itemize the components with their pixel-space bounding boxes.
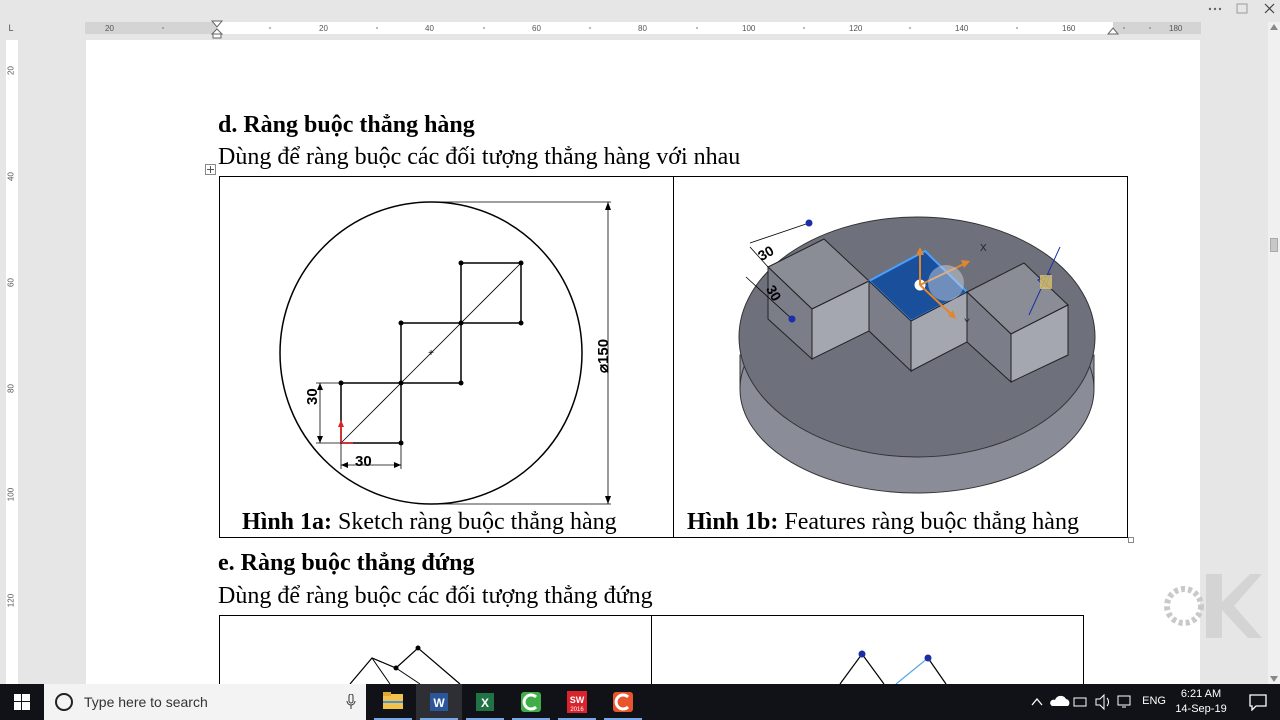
clock-time: 6:21 AM bbox=[1180, 688, 1222, 700]
figure-1b-model bbox=[738, 216, 1096, 494]
camtasia-icon bbox=[521, 692, 541, 712]
scroll-down-icon[interactable] bbox=[1270, 676, 1278, 682]
volume-icon[interactable] bbox=[1095, 693, 1109, 711]
microphone-icon[interactable] bbox=[346, 694, 356, 710]
battery-icon[interactable] bbox=[1073, 697, 1087, 707]
table-resize-handle[interactable] bbox=[1128, 537, 1134, 543]
solidworks-icon: SW 2016 bbox=[567, 691, 587, 713]
vruler-label: 40 bbox=[6, 172, 16, 181]
vruler-label: 80 bbox=[6, 384, 16, 393]
ruler-label: 80 bbox=[638, 24, 647, 33]
ruler-label: 180 bbox=[1169, 24, 1183, 33]
excel-icon: X bbox=[476, 693, 494, 711]
vertical-ruler[interactable]: 20 40 60 80 100 120 bbox=[0, 40, 22, 684]
section-d-body: Dùng để ràng buộc các đối tượng thẳng hà… bbox=[218, 144, 741, 170]
search-box[interactable]: Type here to search bbox=[44, 684, 366, 720]
axis-y-label: Y bbox=[964, 317, 971, 327]
system-tray-icons bbox=[1031, 693, 1131, 711]
taskbar-camtasia-recorder[interactable] bbox=[600, 684, 646, 720]
svg-text:SW: SW bbox=[570, 695, 585, 705]
taskbar-word[interactable]: W bbox=[416, 684, 462, 720]
figure-1b-caption: Hình 1b: Features ràng buộc thẳng hàng bbox=[687, 509, 1079, 536]
section-d-heading: d. Ràng buộc thẳng hàng bbox=[218, 112, 475, 138]
search-placeholder: Type here to search bbox=[84, 694, 208, 710]
figure-1a-caption-bold: Hình 1a: bbox=[242, 509, 333, 535]
left-indent-box[interactable] bbox=[212, 33, 222, 39]
ruler-label: 140 bbox=[955, 24, 969, 33]
clock[interactable]: 6:21 AM 14-Sep-19 bbox=[1168, 687, 1234, 717]
restore-icon[interactable] bbox=[1236, 3, 1248, 14]
dim-width-label: 30 bbox=[355, 453, 372, 470]
section-e-heading: e. Ràng buộc thẳng đứng bbox=[218, 550, 475, 576]
section-e-body: Dùng để ràng buộc các đối tượng thẳng đứ… bbox=[218, 583, 653, 609]
scroll-up-icon[interactable] bbox=[1270, 24, 1278, 30]
svg-text:W: W bbox=[433, 696, 445, 710]
ruler-label: 20 bbox=[319, 24, 328, 33]
more-options-icon[interactable] bbox=[1208, 7, 1222, 11]
word-window: 20 20 40 60 80 100 120 140 160 180 L 20 … bbox=[0, 0, 1280, 720]
figure-2-partial bbox=[349, 645, 947, 685]
recorder-icon bbox=[613, 692, 633, 712]
vruler-label: 60 bbox=[6, 278, 16, 287]
cortana-icon bbox=[55, 693, 73, 711]
taskbar-camtasia[interactable] bbox=[508, 684, 554, 720]
first-line-indent-marker[interactable] bbox=[210, 20, 224, 28]
taskbar: Type here to search W X SW 2016 ENG 6:21… bbox=[0, 684, 1280, 720]
svg-text:X: X bbox=[481, 696, 489, 710]
language-indicator[interactable]: ENG bbox=[1142, 695, 1166, 707]
onedrive-icon[interactable] bbox=[1050, 695, 1070, 706]
vruler-label: 120 bbox=[6, 593, 16, 608]
network-icon[interactable] bbox=[1117, 695, 1131, 708]
ruler-label: 160 bbox=[1062, 24, 1076, 33]
right-indent-marker[interactable] bbox=[1106, 27, 1120, 35]
tab-selector[interactable]: L bbox=[5, 22, 17, 34]
window-controls bbox=[1190, 0, 1280, 18]
figure-1a-caption-text: Sketch ràng buộc thẳng hàng bbox=[332, 509, 617, 535]
taskbar-excel[interactable]: X bbox=[462, 684, 508, 720]
figure-table[interactable]: + 30 30 ⌀150 30 30 X Y Hình 1a: Sketch r… bbox=[219, 176, 1128, 538]
axis-x-label: X bbox=[980, 243, 987, 254]
vruler-strip bbox=[6, 40, 18, 684]
ruler-label: 20 bbox=[105, 24, 114, 33]
horizontal-ruler[interactable]: 20 20 40 60 80 100 120 140 160 180 bbox=[0, 18, 1268, 40]
channel-logo bbox=[1164, 574, 1262, 638]
solidworks-badge: 2016 bbox=[570, 707, 584, 713]
vruler-label: 100 bbox=[6, 487, 16, 502]
word-icon: W bbox=[430, 693, 448, 711]
figure-1a-caption: Hình 1a: Sketch ràng buộc thẳng hàng bbox=[242, 509, 617, 536]
ruler-label: 100 bbox=[742, 24, 756, 33]
clock-date: 14-Sep-19 bbox=[1175, 703, 1227, 715]
dim-height-label: 30 bbox=[304, 388, 321, 405]
ruler-label: 120 bbox=[849, 24, 863, 33]
windows-icon bbox=[14, 694, 30, 710]
vruler-label: 20 bbox=[6, 66, 16, 75]
figure-1b-caption-text: Features ràng buộc thẳng hàng bbox=[778, 509, 1079, 535]
scroll-thumb[interactable] bbox=[1270, 238, 1278, 252]
show-hidden-icons-icon[interactable] bbox=[1031, 697, 1043, 706]
table-move-handle-icon[interactable] bbox=[205, 164, 217, 176]
vertical-scrollbar[interactable] bbox=[1268, 22, 1280, 684]
figure-1b-caption-bold: Hình 1b: bbox=[687, 509, 779, 535]
notification-icon[interactable] bbox=[1248, 693, 1268, 711]
document-page[interactable]: d. Ràng buộc thẳng hàng Dùng để ràng buộ… bbox=[86, 40, 1200, 706]
folder-icon bbox=[383, 692, 403, 709]
dim-diameter-label: ⌀150 bbox=[595, 338, 612, 373]
start-button[interactable] bbox=[0, 684, 44, 720]
ruler-label: 40 bbox=[425, 24, 434, 33]
svg-text:+: + bbox=[428, 348, 434, 359]
ruler-label: 60 bbox=[532, 24, 541, 33]
left-indent-marker[interactable] bbox=[210, 28, 224, 35]
taskbar-solidworks[interactable]: SW 2016 bbox=[554, 684, 600, 720]
close-icon[interactable] bbox=[1264, 3, 1275, 14]
taskbar-file-explorer[interactable] bbox=[370, 684, 416, 720]
